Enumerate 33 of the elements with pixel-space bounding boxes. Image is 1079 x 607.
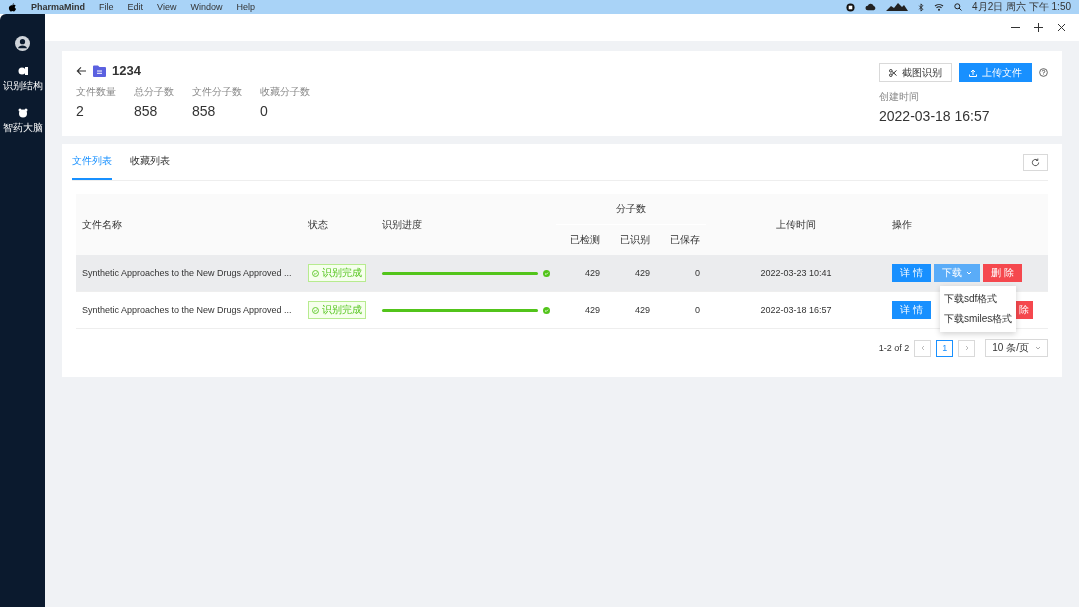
file-name: Synthetic Approaches to the New Drugs Approved ... bbox=[82, 268, 292, 278]
table-cell: 2022-03-18 16:57 bbox=[760, 305, 832, 315]
stat-label: 总分子数 bbox=[134, 85, 174, 99]
column-header: 状态 bbox=[308, 217, 328, 232]
column-header: 已识别 bbox=[620, 232, 650, 247]
table-cell: 429 bbox=[634, 268, 650, 278]
table-cell: 2022-03-23 10:41 bbox=[760, 268, 832, 278]
page-range: 1-2 of 2 bbox=[878, 343, 910, 353]
table-cell: 0 bbox=[695, 305, 700, 315]
table-cell: 429 bbox=[584, 268, 600, 278]
column-header: 操作 bbox=[892, 217, 912, 232]
column-header: 文件名称 bbox=[82, 217, 122, 232]
created-label: 创建时间 bbox=[879, 90, 920, 104]
stat-label: 文件分子数 bbox=[192, 85, 242, 99]
file-name: Synthetic Approaches to the New Drugs Approved ... bbox=[82, 305, 292, 315]
column-header: 分子数 bbox=[616, 202, 646, 216]
table-cell: 0 bbox=[695, 268, 700, 278]
column-header: 已保存 bbox=[670, 232, 700, 247]
stat-label: 文件数量 bbox=[76, 85, 116, 99]
table-cell: 429 bbox=[584, 305, 600, 315]
column-header: 已检测 bbox=[570, 232, 600, 247]
table-cell: 429 bbox=[634, 305, 650, 315]
stat-value: 858 bbox=[192, 103, 217, 119]
stat-label: 收藏分子数 bbox=[260, 85, 310, 99]
stat-value: 0 bbox=[260, 103, 269, 119]
stat-value: 858 bbox=[134, 103, 159, 119]
created-value: 2022-03-18 16:57 bbox=[879, 108, 990, 124]
status-tag: 识别完成 bbox=[308, 264, 366, 282]
status-tag: 识别完成 bbox=[308, 301, 366, 319]
folder-title: 1234 bbox=[112, 63, 141, 78]
column-header: 上传时间 bbox=[776, 217, 816, 232]
column-header: 识别进度 bbox=[382, 217, 422, 232]
stat-value: 2 bbox=[76, 103, 85, 119]
